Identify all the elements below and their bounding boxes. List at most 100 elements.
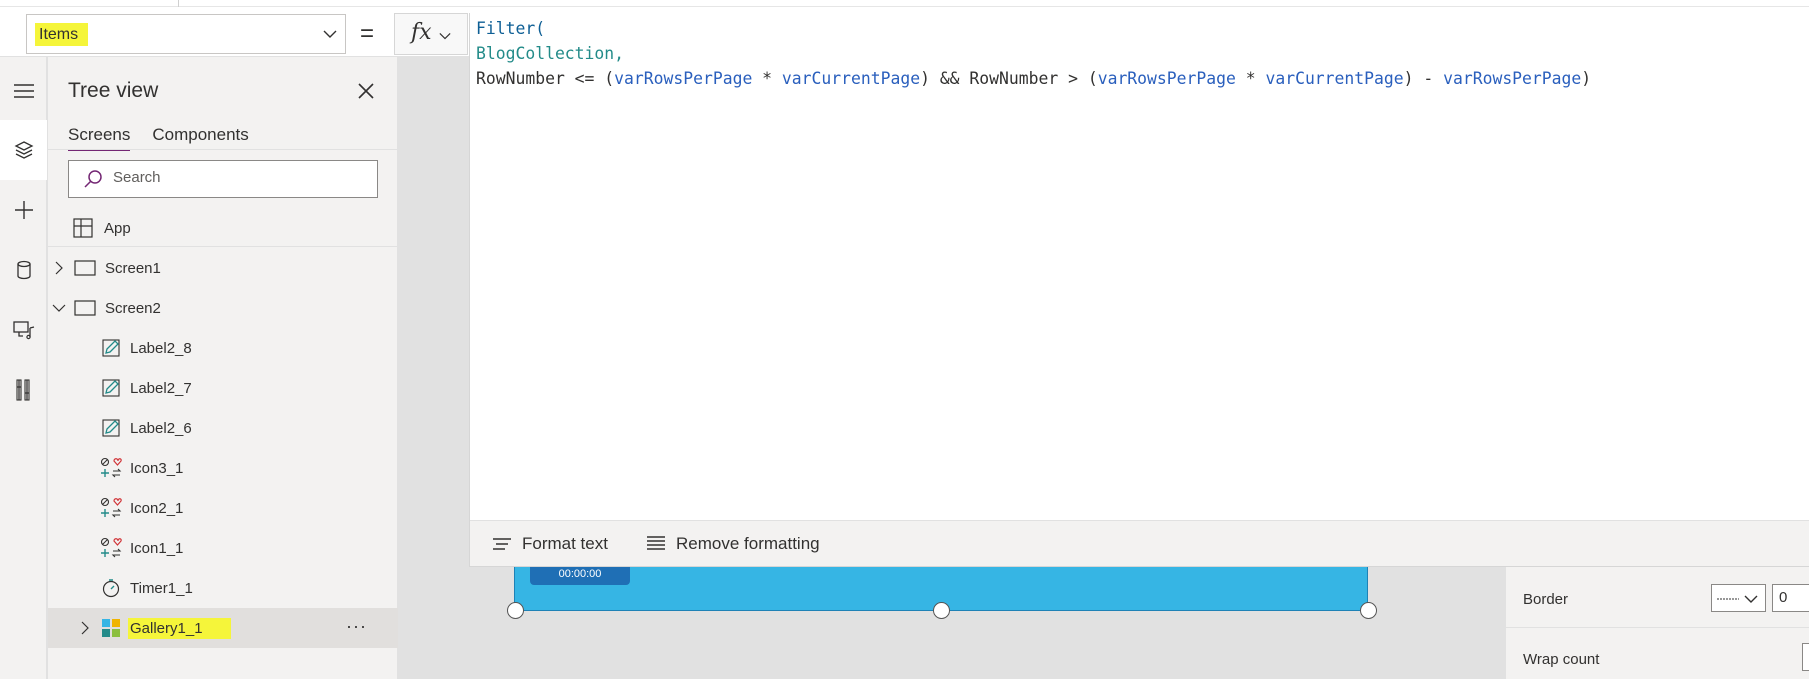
- data-button[interactable]: [0, 240, 47, 300]
- tree-item-icon-control[interactable]: Icon3_1: [48, 448, 398, 488]
- formula-line-1: Filter(: [476, 19, 546, 38]
- chevron-down-icon: [323, 30, 337, 38]
- hamburger-icon: [13, 84, 34, 98]
- tree-item-label-control[interactable]: Label2_6: [48, 408, 398, 448]
- tree-item-screen[interactable]: Screen2: [48, 288, 398, 328]
- formula-variable: varCurrentPage: [1265, 69, 1404, 88]
- formula-variable: varRowsPerPage: [1443, 69, 1582, 88]
- tree-item-label: Screen1: [105, 259, 161, 277]
- formula-variable: varRowsPerPage: [1097, 69, 1236, 88]
- dotted-line-icon: [1717, 598, 1739, 600]
- screen-icon: [74, 297, 96, 319]
- border-label: Border: [1523, 591, 1569, 608]
- formula-text: ) && RowNumber > (: [920, 69, 1098, 88]
- tree-view-button[interactable]: [0, 120, 47, 180]
- tree-item-label: Label2_8: [130, 339, 192, 357]
- media-icon: [12, 321, 34, 340]
- fx-icon: fx: [411, 20, 432, 45]
- chevron-down-icon: [439, 33, 451, 40]
- resize-handle[interactable]: [507, 602, 524, 619]
- app-icon: [72, 217, 94, 239]
- top-strip: [0, 0, 1809, 7]
- formula-variable: varCurrentPage: [781, 69, 921, 88]
- timer-control[interactable]: 00:00:00: [530, 567, 630, 585]
- more-options-button[interactable]: ···: [346, 616, 367, 637]
- menu-button[interactable]: [0, 61, 47, 121]
- tab-screens[interactable]: Screens: [68, 125, 131, 151]
- chevron-down-icon[interactable]: [52, 301, 66, 315]
- tree-item-gallery[interactable]: Gallery1_1 ···: [48, 608, 398, 648]
- icons-icon: [100, 457, 122, 479]
- remove-formatting-button[interactable]: Remove formatting: [646, 534, 820, 554]
- property-dropdown[interactable]: Items: [26, 14, 346, 54]
- divider: [48, 246, 398, 247]
- formula-text: *: [1235, 69, 1266, 88]
- resize-handle[interactable]: [1360, 602, 1377, 619]
- tree-item-label: Timer1_1: [130, 579, 193, 597]
- tree-view-pane: Tree view Screens Components App Screen1…: [48, 57, 398, 679]
- media-button[interactable]: [0, 300, 47, 360]
- formula-text: ): [1581, 69, 1592, 88]
- properties-pane: Border 0 Wrap count: [1505, 567, 1809, 679]
- tree-item-label: Icon1_1: [130, 539, 184, 557]
- insert-button[interactable]: [0, 180, 47, 240]
- formula-code[interactable]: Filter( BlogCollection, RowNumber <= (va…: [476, 16, 1591, 91]
- close-icon[interactable]: [354, 79, 378, 103]
- icons-icon: [100, 497, 122, 519]
- equals-sign: =: [360, 20, 375, 47]
- tree-view-title: Tree view: [68, 79, 159, 102]
- tools-icon: [15, 379, 30, 401]
- chevron-down-icon: [1744, 595, 1758, 603]
- tree-item-app[interactable]: App: [48, 208, 398, 248]
- layers-icon: [14, 141, 33, 159]
- chevron-right-icon[interactable]: [52, 261, 66, 275]
- tree-item-label: Icon3_1: [130, 459, 184, 477]
- search-input[interactable]: [113, 169, 363, 186]
- wrap-count-label: Wrap count: [1523, 651, 1600, 668]
- tree-item-label: Screen2: [105, 299, 161, 317]
- border-thickness-input[interactable]: 0: [1772, 584, 1809, 612]
- format-text-button[interactable]: Format text: [492, 534, 608, 554]
- screen-icon: [74, 257, 96, 279]
- format-toolbar: Format text Remove formatting: [470, 520, 1809, 566]
- formula-variable: varRowsPerPage: [614, 69, 753, 88]
- tab-components[interactable]: Components: [152, 125, 248, 151]
- edit-label-icon: [100, 377, 122, 399]
- tree-item-screen[interactable]: Screen1: [48, 248, 398, 288]
- database-icon: [16, 260, 31, 280]
- tree-tabs: Screens Components: [68, 125, 249, 151]
- format-text-label: Format text: [522, 534, 608, 553]
- remove-formatting-icon: [647, 536, 665, 550]
- tree-item-label: Label2_6: [130, 419, 192, 437]
- search-box[interactable]: [68, 160, 378, 198]
- formula-text: ) -: [1403, 69, 1444, 88]
- tree-item-icon-control[interactable]: Icon2_1: [48, 488, 398, 528]
- icons-icon: [100, 537, 122, 559]
- tree-item-label: Gallery1_1: [128, 617, 231, 639]
- edit-label-icon: [100, 337, 122, 359]
- resize-handle[interactable]: [933, 602, 950, 619]
- wrap-count-input[interactable]: [1802, 643, 1809, 671]
- border-style-dropdown[interactable]: [1711, 584, 1766, 612]
- plus-icon: [14, 201, 33, 219]
- remove-formatting-label: Remove formatting: [676, 534, 820, 553]
- property-name: Items: [35, 23, 89, 46]
- format-text-icon: [493, 538, 511, 550]
- divider: [48, 149, 398, 150]
- tree-item-label: Icon2_1: [130, 499, 184, 517]
- tree-item-icon-control[interactable]: Icon1_1: [48, 528, 398, 568]
- timer-icon: [100, 577, 122, 599]
- tree-item-label-control[interactable]: Label2_7: [48, 368, 398, 408]
- tree-item-label-control[interactable]: Label2_8: [48, 328, 398, 368]
- tools-button[interactable]: [0, 360, 47, 420]
- formula-text: RowNumber <= (: [476, 69, 615, 88]
- tree-item-timer-control[interactable]: Timer1_1: [48, 568, 398, 608]
- formula-line-2: BlogCollection,: [476, 44, 625, 63]
- tree-item-label: App: [104, 219, 131, 237]
- divider: [1506, 627, 1809, 628]
- edit-label-icon: [100, 417, 122, 439]
- fx-button[interactable]: fx: [394, 13, 468, 55]
- formula-text: *: [752, 69, 782, 88]
- chevron-right-icon[interactable]: [78, 621, 92, 635]
- formula-editor[interactable]: Filter( BlogCollection, RowNumber <= (va…: [469, 13, 1809, 567]
